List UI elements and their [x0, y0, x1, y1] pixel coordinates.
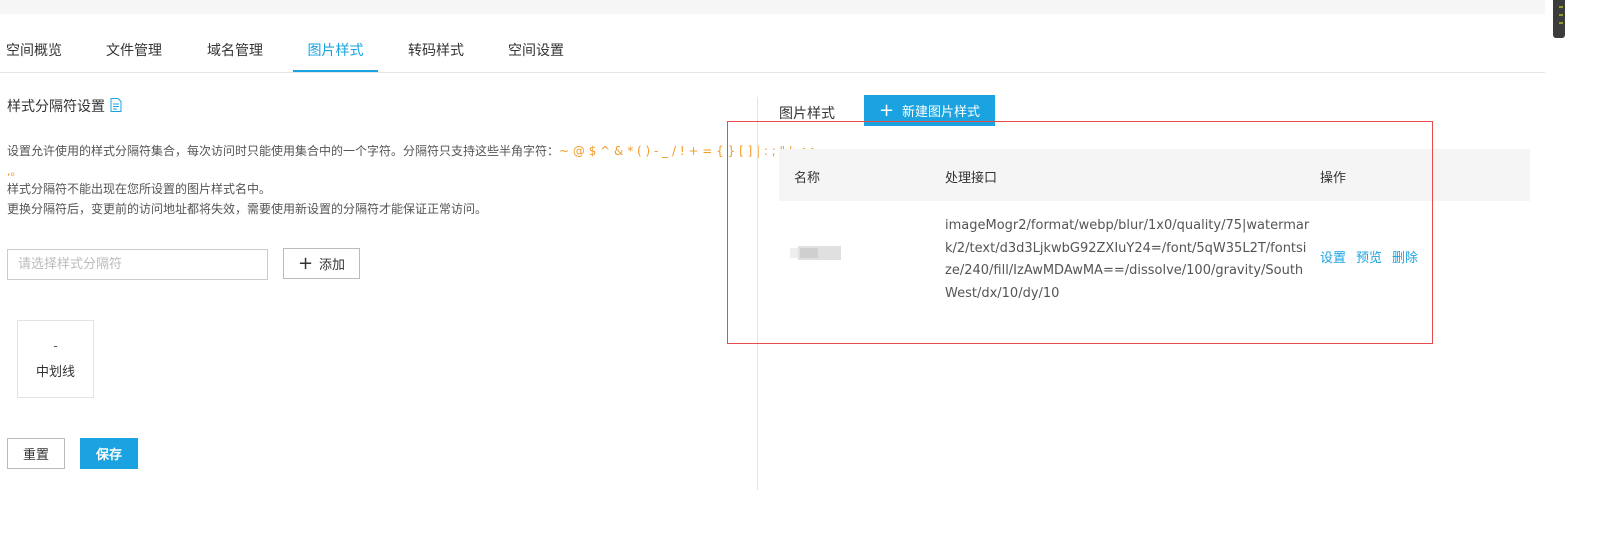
api-line: imageMogr2/format/webp/blur/1x0/quality/…: [945, 218, 1310, 233]
new-image-style-button[interactable]: + 新建图片样式: [864, 95, 995, 126]
api-line: West/dx/10/dy/10: [945, 285, 1060, 301]
separator-chip-symbol: -: [53, 339, 58, 353]
separator-select-input[interactable]: [7, 249, 268, 280]
top-bar: [0, 0, 1545, 14]
separator-chip-name: 中划线: [35, 365, 75, 380]
separator-section-title: 样式分隔符设置: [7, 99, 105, 115]
column-divider: [757, 97, 758, 490]
tab-space-settings[interactable]: 空间设置: [508, 32, 564, 72]
separator-description-3: 更换分隔符后，变更前的访问地址都将失效，需要使用新设置的分隔符才能保证正常访问。: [7, 202, 488, 216]
separator-description-1-tail: ,。: [7, 165, 22, 178]
plus-icon: +: [297, 252, 314, 274]
separator-description-2: 样式分隔符不能出现在您所设置的图片样式名中。: [7, 182, 272, 196]
image-styles-title: 图片样式: [779, 106, 835, 122]
preview-link[interactable]: 预览: [1356, 247, 1382, 266]
api-line: k/2/text/d3d3LjkwbG92ZXIuY24=/font/5qW35…: [945, 240, 1307, 256]
style-api-text: imageMogr2/format/webp/blur/1x0/quality/…: [945, 215, 1310, 305]
document-icon[interactable]: [110, 98, 122, 112]
tab-domain-management[interactable]: 域名管理: [207, 32, 263, 72]
add-separator-button[interactable]: + 添加: [283, 248, 360, 279]
column-header-ops: 操作: [1320, 171, 1347, 186]
style-name-redacted: [790, 246, 842, 260]
tab-bar: 空间概览 文件管理 域名管理 图片样式 转码样式 空间设置: [0, 32, 1545, 73]
new-image-style-label: 新建图片样式: [902, 105, 981, 120]
add-separator-label: 添加: [319, 258, 346, 273]
settings-link[interactable]: 设置: [1320, 247, 1346, 266]
column-header-api: 处理接口: [945, 171, 998, 186]
separator-description-1: 设置允许使用的样式分隔符集合，每次访问时只能使用集合中的一个字符。分隔符只支持这…: [7, 144, 821, 158]
tab-image-styles[interactable]: 图片样式: [293, 32, 378, 72]
separator-chip-hyphen[interactable]: - 中划线: [17, 320, 94, 398]
tab-space-overview[interactable]: 空间概览: [6, 32, 62, 72]
api-line: ze/240/fill/IzAwMDAwMA==/dissolve/100/gr…: [945, 263, 1304, 278]
column-header-name: 名称: [794, 171, 821, 186]
styles-table-header: 名称 处理接口 操作: [779, 149, 1530, 201]
delete-link[interactable]: 删除: [1392, 247, 1418, 266]
tab-file-management[interactable]: 文件管理: [106, 32, 162, 72]
save-button[interactable]: 保存: [80, 438, 138, 469]
tab-transcode-styles[interactable]: 转码样式: [408, 32, 464, 72]
reset-button[interactable]: 重置: [7, 438, 65, 469]
scrollbar-thumb[interactable]: [1553, 0, 1565, 38]
plus-icon: +: [878, 99, 895, 121]
